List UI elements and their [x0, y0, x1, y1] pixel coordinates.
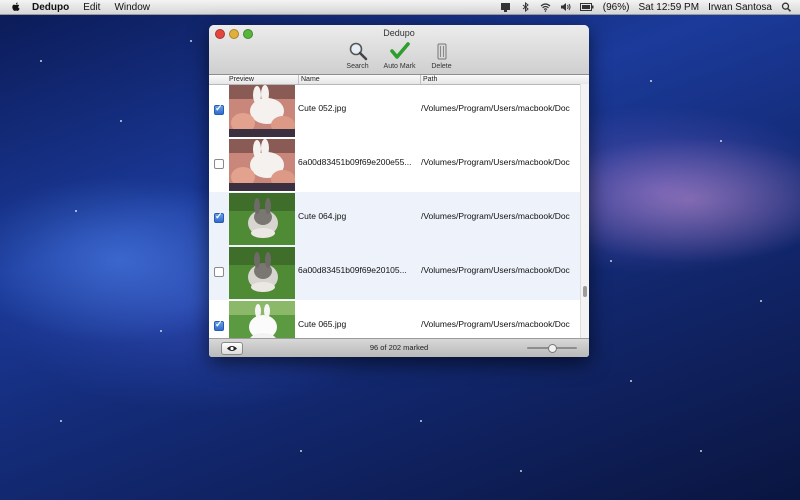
column-preview[interactable]: Preview: [229, 75, 254, 84]
delete-label: Delete: [431, 63, 452, 70]
preview-thumbnail: [229, 85, 295, 137]
battery-icon[interactable]: [579, 2, 594, 12]
volume-icon[interactable]: [560, 2, 571, 12]
preview-thumbnail: [229, 139, 295, 191]
table-row[interactable]: 6a00d83451b09f69e200e55... /Volumes/Prog…: [209, 138, 581, 192]
menu-app-name[interactable]: Dedupo: [32, 2, 69, 13]
column-divider[interactable]: [420, 75, 421, 84]
file-list: Cute 052.jpg /Volumes/Program/Users/macb…: [209, 84, 581, 355]
table-row[interactable]: Cute 052.jpg /Volumes/Program/Users/macb…: [209, 84, 581, 138]
menu-window[interactable]: Window: [114, 2, 150, 13]
file-path: /Volumes/Program/Users/macbook/Doc: [421, 157, 570, 167]
file-path: /Volumes/Program/Users/macbook/Doc: [421, 265, 570, 275]
dedupo-window: Dedupo Search Auto Mark Delete Preview N…: [209, 25, 589, 357]
rabbit-photo: [229, 139, 295, 191]
file-name: Cute 052.jpg: [298, 103, 347, 113]
file-name: 6a00d83451b09f69e20105...: [298, 265, 407, 275]
rabbit-photo: [229, 193, 295, 245]
toolbar: Search Auto Mark Delete: [209, 41, 589, 70]
row-checkbox[interactable]: [214, 159, 224, 169]
file-name: 6a00d83451b09f69e200e55...: [298, 157, 412, 167]
menu-extras: (96%) Sat 12:59 PM Irwan Santosa: [500, 2, 792, 13]
auto-mark-button[interactable]: Auto Mark: [382, 41, 418, 70]
preview-thumbnail: [229, 247, 295, 299]
row-checkbox[interactable]: [214, 319, 224, 331]
search-label: Search: [346, 63, 369, 70]
auto-mark-label: Auto Mark: [383, 63, 416, 70]
title-bar[interactable]: Dedupo Search Auto Mark Delete: [209, 25, 589, 75]
vertical-scrollbar[interactable]: [580, 84, 589, 355]
apple-icon[interactable]: [10, 1, 22, 13]
menu-edit[interactable]: Edit: [83, 2, 100, 13]
file-name: Cute 065.jpg: [298, 319, 347, 329]
file-path: /Volumes/Program/Users/macbook/Doc: [421, 103, 570, 113]
scroll-thumb[interactable]: [583, 286, 587, 297]
preview-thumbnail: [229, 193, 295, 245]
rabbit-photo: [229, 85, 295, 137]
rabbit-photo: [229, 247, 295, 299]
column-path[interactable]: Path: [423, 75, 437, 84]
spotlight-search-icon[interactable]: [781, 2, 792, 12]
trash-icon: [437, 43, 446, 60]
column-divider[interactable]: [298, 75, 299, 84]
clock[interactable]: Sat 12:59 PM: [638, 2, 699, 13]
thumbnail-size-slider[interactable]: [527, 344, 577, 353]
checkmark-icon: [389, 42, 410, 59]
window-title: Dedupo: [383, 28, 415, 38]
table-row[interactable]: Cute 064.jpg /Volumes/Program/Users/macb…: [209, 192, 581, 246]
display-icon[interactable]: [500, 2, 511, 12]
bluetooth-icon[interactable]: [520, 2, 531, 12]
file-path: /Volumes/Program/Users/macbook/Doc: [421, 211, 570, 221]
file-path: /Volumes/Program/Users/macbook/Doc: [421, 319, 570, 329]
search-button[interactable]: Search: [340, 41, 376, 70]
battery-percent: (96%): [602, 1, 630, 13]
row-checkbox[interactable]: [214, 103, 224, 115]
file-name: Cute 064.jpg: [298, 211, 347, 221]
row-checkbox[interactable]: [214, 267, 224, 277]
slider-knob[interactable]: [548, 344, 557, 353]
user-name[interactable]: Irwan Santosa: [708, 2, 772, 13]
delete-button[interactable]: Delete: [424, 41, 460, 70]
table-row[interactable]: 6a00d83451b09f69e20105... /Volumes/Progr…: [209, 246, 581, 300]
row-checkbox[interactable]: [214, 211, 224, 223]
wifi-icon[interactable]: [540, 2, 551, 12]
status-bar: 96 of 202 marked: [209, 338, 589, 357]
magnifier-icon: [349, 42, 367, 61]
column-name[interactable]: Name: [301, 75, 320, 84]
menu-bar: Dedupo Edit Window (96%) Sat 12:59 PM Ir…: [0, 0, 800, 15]
